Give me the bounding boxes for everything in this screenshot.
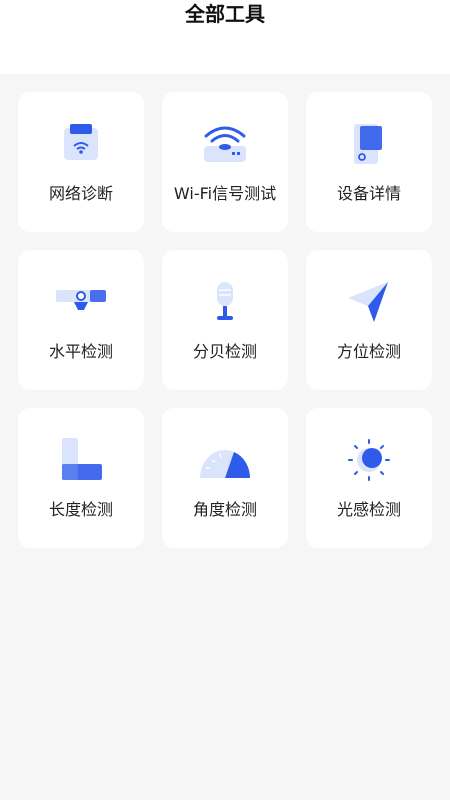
tool-label: 方位检测	[336, 342, 401, 361]
tool-card-decibel-detection[interactable]: 分贝检测	[162, 250, 288, 390]
header: 全部工具	[0, 0, 450, 74]
microphone-icon	[217, 282, 233, 320]
tool-label: 设备详情	[336, 184, 401, 203]
protractor-icon	[200, 450, 250, 478]
tool-card-direction-detection[interactable]: 方位检测	[306, 250, 432, 390]
device-details-icon	[354, 124, 382, 164]
tool-label: 网络诊断	[48, 184, 113, 203]
tool-card-device-details[interactable]: 设备详情	[306, 92, 432, 232]
tool-card-angle-detection[interactable]: 角度检测	[162, 408, 288, 548]
compass-arrow-icon	[348, 282, 388, 322]
ruler-length-icon	[62, 438, 102, 480]
tool-label: 长度检测	[48, 500, 113, 519]
tools-grid: 网络诊断 Wi-Fi信号测试 设备详情 水平检测 分贝检测 方位检测 长度检测 …	[18, 92, 432, 548]
tool-card-wifi-signal[interactable]: Wi-Fi信号测试	[162, 92, 288, 232]
wifi-signal-icon	[204, 126, 246, 162]
tool-card-light-detection[interactable]: 光感检测	[306, 408, 432, 548]
network-diagnosis-icon	[64, 124, 98, 160]
tool-label: Wi-Fi信号测试	[173, 184, 277, 203]
tool-label: 分贝检测	[192, 342, 257, 361]
tool-card-length-detection[interactable]: 长度检测	[18, 408, 144, 548]
page-title: 全部工具	[185, 2, 265, 26]
tool-card-level-detection[interactable]: 水平检测	[18, 250, 144, 390]
tool-label: 角度检测	[192, 500, 257, 519]
tool-label: 水平检测	[48, 342, 113, 361]
tool-card-network-diagnosis[interactable]: 网络诊断	[18, 92, 144, 232]
tool-label: 光感检测	[336, 500, 401, 519]
level-detection-icon	[56, 290, 106, 310]
sun-light-icon	[348, 439, 390, 481]
